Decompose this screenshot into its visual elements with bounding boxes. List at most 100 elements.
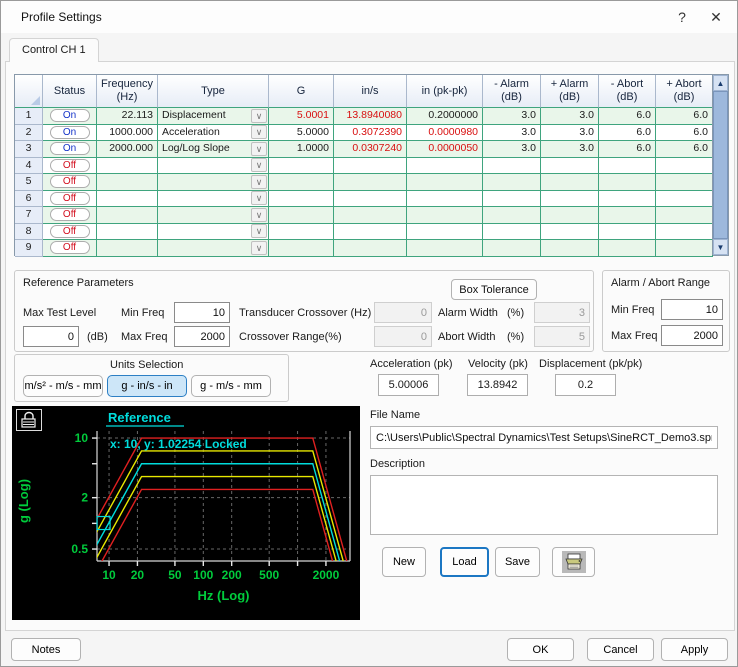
print-button[interactable]: [552, 547, 595, 577]
status-toggle-button[interactable]: Off: [49, 241, 90, 255]
row-number[interactable]: 6: [15, 190, 43, 207]
max-freq-input[interactable]: [174, 326, 230, 347]
scroll-down-icon[interactable]: ▼: [713, 239, 728, 255]
chevron-down-icon[interactable]: ∨: [251, 224, 267, 239]
plus-alarm-cell[interactable]: [541, 190, 599, 207]
status-toggle-button[interactable]: Off: [49, 191, 90, 205]
col-header-abort-db[interactable]: + Abort (dB): [656, 75, 713, 108]
frequency-cell[interactable]: [97, 157, 158, 174]
g-cell[interactable]: [269, 223, 334, 240]
plus-alarm-cell[interactable]: [541, 207, 599, 224]
chevron-down-icon[interactable]: ∨: [251, 191, 267, 206]
frequency-cell[interactable]: [97, 223, 158, 240]
col-header-frequency-hz[interactable]: Frequency (Hz): [97, 75, 158, 108]
plus-abort-cell[interactable]: 6.0: [656, 141, 713, 158]
type-cell[interactable]: Log/Log Slope ∨: [158, 141, 269, 158]
status-toggle-button[interactable]: Off: [49, 208, 90, 222]
g-cell[interactable]: [269, 190, 334, 207]
col-header-in-s[interactable]: in/s: [334, 75, 407, 108]
chevron-down-icon[interactable]: ∨: [251, 125, 267, 140]
g-cell[interactable]: [269, 157, 334, 174]
status-toggle-button[interactable]: On: [49, 109, 90, 123]
minus-alarm-cell[interactable]: 3.0: [483, 108, 541, 125]
type-cell[interactable]: ∨: [158, 190, 269, 207]
plus-abort-cell[interactable]: [656, 157, 713, 174]
ok-button[interactable]: OK: [507, 638, 574, 661]
min-freq-input[interactable]: [174, 302, 230, 323]
cancel-button[interactable]: Cancel: [587, 638, 654, 661]
table-scrollbar[interactable]: ▲ ▼: [712, 75, 728, 255]
plus-abort-cell[interactable]: 6.0: [656, 108, 713, 125]
frequency-cell[interactable]: [97, 190, 158, 207]
units-option-g-ms-mm[interactable]: g - m/s - mm: [191, 375, 271, 397]
row-number[interactable]: 9: [15, 240, 43, 257]
in-per-s-cell[interactable]: [334, 223, 407, 240]
in-pkpk-cell[interactable]: [407, 207, 483, 224]
plus-alarm-cell[interactable]: [541, 223, 599, 240]
frequency-cell[interactable]: [97, 174, 158, 191]
range-min-freq-input[interactable]: [661, 299, 723, 320]
type-cell[interactable]: Acceleration ∨: [158, 124, 269, 141]
in-per-s-cell[interactable]: 0.0307240: [334, 141, 407, 158]
frequency-cell[interactable]: 1000.000: [97, 124, 158, 141]
g-cell[interactable]: [269, 240, 334, 257]
range-max-freq-input[interactable]: [661, 325, 723, 346]
minus-abort-cell[interactable]: [599, 223, 656, 240]
chevron-down-icon[interactable]: ∨: [251, 240, 267, 255]
plus-abort-cell[interactable]: [656, 207, 713, 224]
col-header-g[interactable]: G: [269, 75, 334, 108]
minus-abort-cell[interactable]: [599, 174, 656, 191]
units-option-g-ins-in[interactable]: g - in/s - in: [107, 375, 187, 397]
chevron-down-icon[interactable]: ∨: [251, 207, 267, 222]
minus-abort-cell[interactable]: [599, 157, 656, 174]
load-button[interactable]: Load: [440, 547, 489, 577]
in-pkpk-cell[interactable]: [407, 223, 483, 240]
minus-alarm-cell[interactable]: [483, 207, 541, 224]
plus-abort-cell[interactable]: [656, 223, 713, 240]
row-number[interactable]: 3: [15, 141, 43, 158]
in-pkpk-cell[interactable]: [407, 157, 483, 174]
file-name-input[interactable]: [370, 426, 718, 449]
minus-alarm-cell[interactable]: [483, 174, 541, 191]
type-cell[interactable]: Displacement ∨: [158, 108, 269, 125]
g-cell[interactable]: [269, 207, 334, 224]
frequency-cell[interactable]: [97, 240, 158, 257]
row-number[interactable]: 5: [15, 174, 43, 191]
col-header-alarm-db[interactable]: + Alarm (dB): [541, 75, 599, 108]
col-header-alarm-db[interactable]: - Alarm (dB): [483, 75, 541, 108]
row-number[interactable]: 2: [15, 124, 43, 141]
max-test-level-input[interactable]: [23, 326, 79, 347]
close-icon[interactable]: ✕: [701, 5, 731, 29]
in-per-s-cell[interactable]: [334, 190, 407, 207]
minus-alarm-cell[interactable]: [483, 240, 541, 257]
notes-button[interactable]: Notes: [11, 638, 81, 661]
frequency-cell[interactable]: 22.113: [97, 108, 158, 125]
in-pkpk-cell[interactable]: [407, 240, 483, 257]
type-cell[interactable]: ∨: [158, 157, 269, 174]
g-cell[interactable]: [269, 174, 334, 191]
minus-alarm-cell[interactable]: [483, 157, 541, 174]
frequency-cell[interactable]: 2000.000: [97, 141, 158, 158]
minus-abort-cell[interactable]: 6.0: [599, 124, 656, 141]
in-pkpk-cell[interactable]: 0.0000050: [407, 141, 483, 158]
scroll-up-icon[interactable]: ▲: [713, 75, 728, 91]
profile-chart[interactable]: 10 20 50 100 200 500 2000 10 2 0.5 x: 10, y: 1.022…: [12, 406, 360, 620]
status-toggle-button[interactable]: Off: [49, 158, 90, 172]
type-cell[interactable]: ∨: [158, 240, 269, 257]
plus-alarm-cell[interactable]: 3.0: [541, 141, 599, 158]
minus-abort-cell[interactable]: 6.0: [599, 141, 656, 158]
in-pkpk-cell[interactable]: [407, 190, 483, 207]
plus-alarm-cell[interactable]: [541, 157, 599, 174]
col-header-in-pk-pk[interactable]: in (pk-pk): [407, 75, 483, 108]
chevron-down-icon[interactable]: ∨: [251, 141, 267, 156]
in-per-s-cell[interactable]: 0.3072390: [334, 124, 407, 141]
plus-alarm-cell[interactable]: [541, 174, 599, 191]
plus-alarm-cell[interactable]: 3.0: [541, 108, 599, 125]
in-pkpk-cell[interactable]: 0.2000000: [407, 108, 483, 125]
status-toggle-button[interactable]: Off: [49, 224, 90, 238]
chevron-down-icon[interactable]: ∨: [251, 108, 267, 123]
apply-button[interactable]: Apply: [661, 638, 728, 661]
col-header-abort-db[interactable]: - Abort (dB): [599, 75, 656, 108]
minus-abort-cell[interactable]: [599, 207, 656, 224]
row-number[interactable]: 8: [15, 223, 43, 240]
